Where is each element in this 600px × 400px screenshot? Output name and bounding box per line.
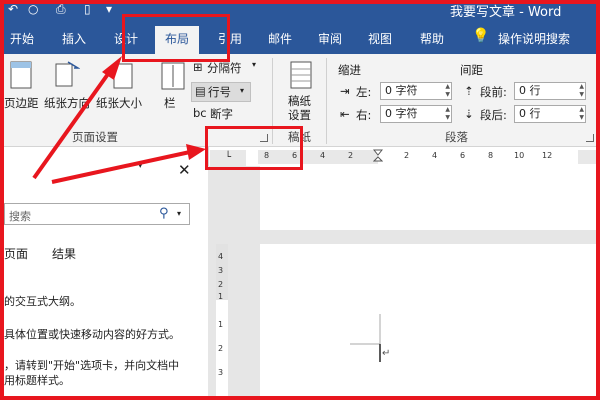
annotation-arrows [32,56,206,184]
arrowhead-icon [186,144,206,160]
annotation-arrow [32,72,110,180]
annotation-arrow [51,150,191,184]
